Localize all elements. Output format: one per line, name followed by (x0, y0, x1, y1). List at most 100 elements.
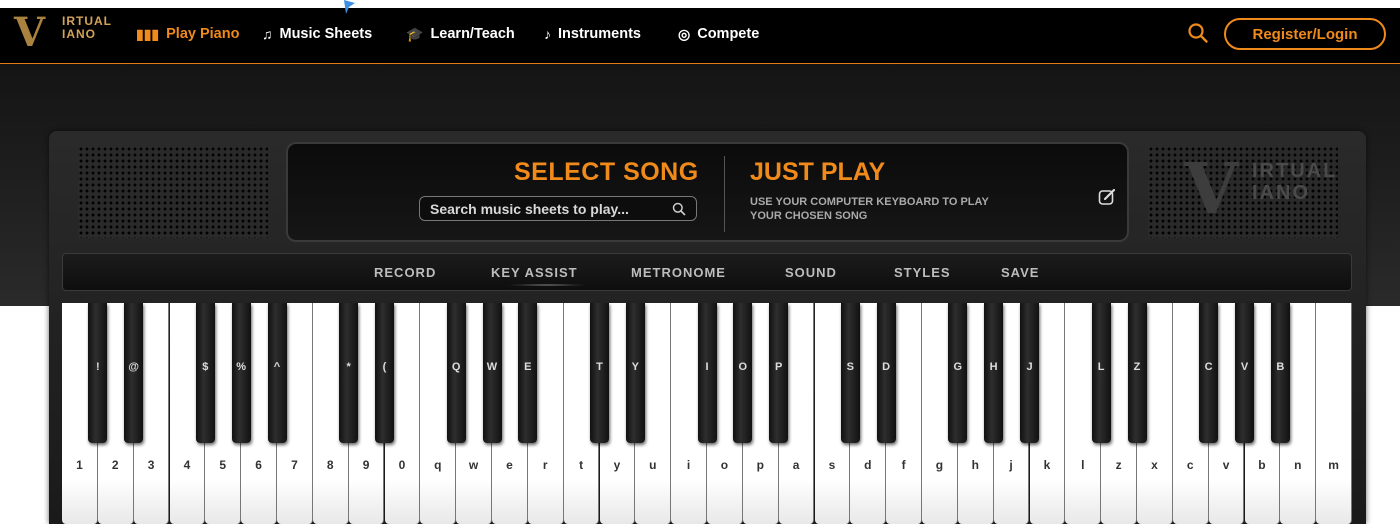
black-key-label: V (1240, 361, 1249, 373)
black-key[interactable]: Q (446, 303, 466, 443)
black-key-label: * (346, 361, 351, 373)
black-key[interactable]: B (1270, 303, 1290, 443)
black-key[interactable]: ^ (267, 303, 287, 443)
black-key[interactable]: S (840, 303, 860, 443)
black-key-label: W (486, 361, 498, 373)
black-key[interactable]: H (984, 303, 1004, 443)
target-icon: ◎ (678, 25, 691, 42)
select-song-title[interactable]: SELECT SONG (514, 158, 699, 187)
tool-metronome[interactable]: METRONOME (631, 265, 726, 280)
guitar-icon: ♪ (544, 26, 551, 42)
black-key-label: J (1026, 361, 1033, 373)
nav-instruments[interactable]: ♪ Instruments (544, 24, 641, 44)
white-key-label: g (935, 458, 944, 472)
site-logo[interactable]: V IRTUAL IANO (14, 12, 114, 54)
black-key-label: B (1276, 361, 1285, 373)
nav-play-piano[interactable]: ▮▮▮ Play Piano (136, 24, 239, 44)
black-key-label: E (524, 361, 532, 373)
black-key[interactable]: V (1235, 303, 1254, 443)
nav-learn-teach-label: Learn/Teach (430, 26, 515, 42)
graduation-cap-icon: 🎓 (406, 25, 424, 42)
black-key[interactable]: Z (1127, 303, 1147, 443)
black-key[interactable]: Y (625, 303, 645, 443)
just-play-subtitle: USE YOUR COMPUTER KEYBOARD TO PLAY YOUR … (750, 195, 1050, 223)
search-icon[interactable] (1187, 22, 1209, 44)
black-key[interactable]: ( (375, 303, 394, 443)
music-notes-icon: ♫ (262, 26, 273, 42)
top-strip (0, 0, 1400, 8)
black-key[interactable]: D (876, 303, 896, 443)
edit-icon[interactable] (1098, 188, 1116, 206)
white-key-label: t (579, 458, 584, 472)
black-key[interactable]: ! (88, 303, 108, 443)
song-search-box[interactable] (419, 196, 697, 221)
black-key-label: @ (128, 361, 140, 373)
white-key-label: 6 (255, 458, 262, 472)
just-play-title[interactable]: JUST PLAY (750, 158, 885, 187)
black-key[interactable]: O (733, 303, 753, 443)
black-key[interactable]: G (948, 303, 968, 443)
logo-line2: IANO (62, 27, 96, 41)
black-key-label: ! (95, 361, 100, 373)
tool-sound[interactable]: SOUND (785, 265, 837, 280)
white-key-label: u (649, 458, 657, 472)
white-key-label: j (1009, 458, 1013, 472)
white-key-label: m (1328, 458, 1339, 472)
black-key[interactable]: * (339, 303, 359, 443)
black-key[interactable]: W (482, 303, 502, 443)
piano-brand-logo: V IRTUAL IANO (1180, 147, 1335, 230)
black-key-label: S (846, 361, 854, 373)
white-key-label: v (1222, 458, 1230, 472)
white-key-label: d (864, 458, 872, 472)
tool-key-assist[interactable]: KEY ASSIST (491, 265, 578, 280)
white-key-label: n (1294, 458, 1302, 472)
white-key-label: i (686, 458, 691, 472)
white-key-label: 2 (111, 458, 119, 472)
piano-toolbar: RECORD KEY ASSIST METRONOME SOUND STYLES… (62, 253, 1352, 291)
nav-music-sheets[interactable]: ♫ Music Sheets (262, 24, 372, 44)
piano-keyboard: 1 2 3 4 5 6 7 8 9 0 q w e r t y u i o p a s d f g h j k l z x c v b n m! @ $%… (62, 303, 1352, 524)
tool-save[interactable]: SAVE (1001, 265, 1039, 280)
just-play-subtitle-line2: YOUR CHOSEN SONG (750, 210, 868, 222)
tool-styles[interactable]: STYLES (894, 265, 951, 280)
top-nav: V IRTUAL IANO ▮▮▮ Play Piano ♫ Music She… (0, 0, 1400, 64)
black-key[interactable]: I (697, 303, 717, 443)
black-key[interactable]: @ (124, 303, 144, 443)
black-key-label: Q (451, 361, 461, 373)
white-key-label: x (1151, 458, 1158, 472)
tool-record[interactable]: RECORD (374, 265, 436, 280)
black-key-label: O (738, 361, 748, 373)
white-key-label: f (901, 458, 906, 472)
black-key[interactable]: E (518, 303, 538, 443)
white-key-label: 1 (76, 458, 83, 472)
black-key-label: ( (382, 361, 387, 373)
black-key-label: Y (631, 361, 639, 373)
black-key-label: G (953, 361, 963, 373)
black-key-label: L (1097, 361, 1105, 373)
white-key-label: h (971, 458, 979, 472)
song-search-input[interactable] (430, 200, 666, 217)
black-key[interactable]: L (1091, 303, 1111, 443)
key-assist-active-indicator (507, 284, 587, 286)
white-key[interactable]: m (1316, 303, 1352, 524)
white-key-label: p (756, 458, 764, 472)
white-key-label: s (828, 458, 836, 472)
black-key-label: Z (1133, 361, 1141, 373)
nav-learn-teach[interactable]: 🎓 Learn/Teach (406, 24, 515, 44)
white-key-label: z (1115, 458, 1122, 472)
black-key[interactable]: $ (195, 303, 215, 443)
black-key[interactable]: T (590, 303, 609, 443)
black-key[interactable]: C (1199, 303, 1219, 443)
mouse-pointer-icon (344, 0, 355, 14)
black-key[interactable]: P (769, 303, 789, 443)
piano-brand-v-glyph: V (1184, 147, 1239, 230)
white-key-label: b (1258, 458, 1266, 472)
black-key-label: T (596, 361, 603, 373)
register-login-button[interactable]: Register/Login (1224, 18, 1386, 50)
nav-compete[interactable]: ◎ Compete (678, 24, 759, 44)
search-icon[interactable] (672, 202, 686, 216)
white-key-label: w (468, 458, 479, 472)
black-key[interactable]: J (1020, 303, 1039, 443)
black-key[interactable]: % (231, 303, 251, 443)
piano-brand-line2: IANO (1252, 182, 1310, 204)
